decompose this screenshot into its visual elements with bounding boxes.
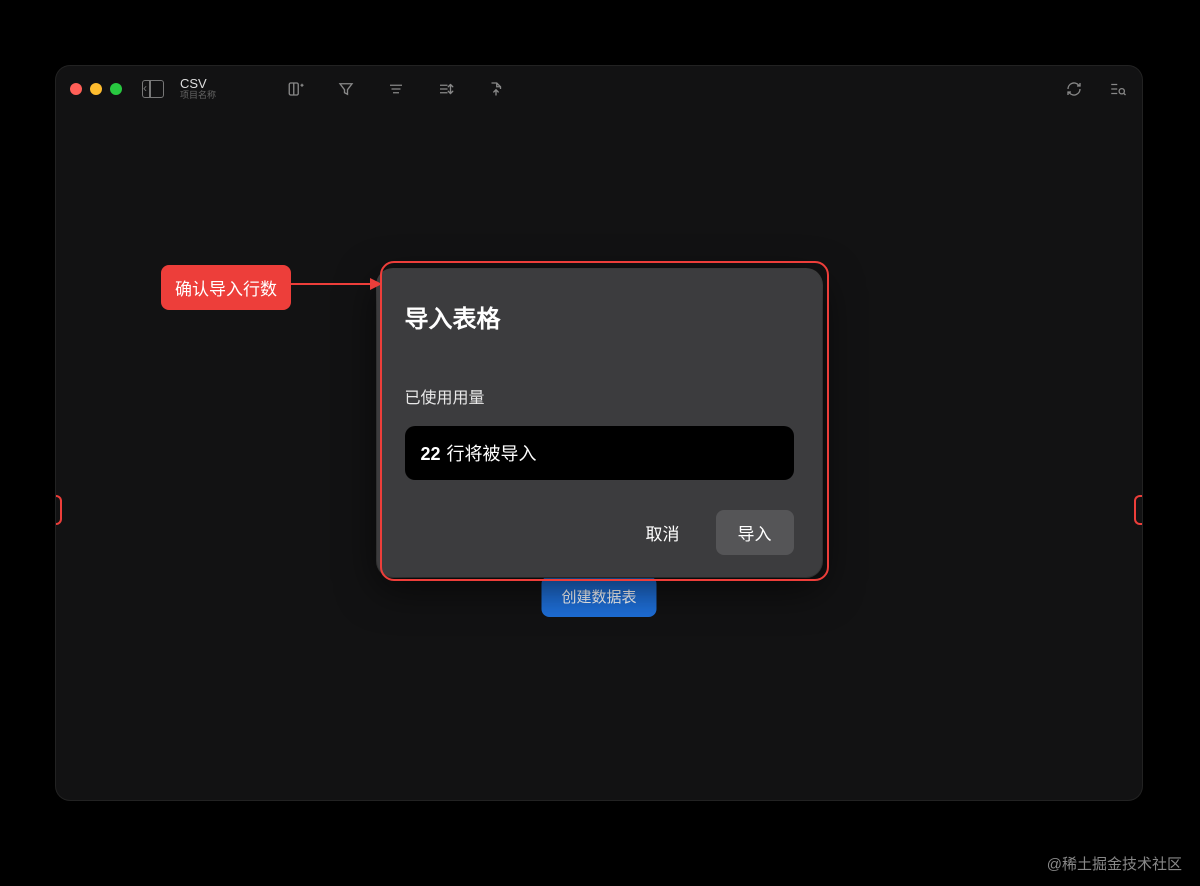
usage-label: 已使用用量 xyxy=(405,384,794,408)
modal-overlay: 导入表格 已使用用量 22 行将被导入 取消 导入 xyxy=(56,66,1142,800)
cancel-button[interactable]: 取消 xyxy=(624,510,702,555)
import-button[interactable]: 导入 xyxy=(716,510,794,555)
dialog-actions: 取消 导入 xyxy=(405,510,794,555)
annotation-arrow-icon xyxy=(284,283,380,285)
row-count-number: 22 xyxy=(421,444,441,464)
annotation-edge-right xyxy=(1134,495,1142,525)
annotation-callout: 确认导入行数 xyxy=(161,265,291,310)
row-count-display: 22 行将被导入 xyxy=(405,426,794,480)
row-count-suffix: 行将被导入 xyxy=(447,444,537,464)
dialog-title: 导入表格 xyxy=(405,299,794,334)
watermark-text: @稀土掘金技术社区 xyxy=(1047,853,1182,874)
annotation-edge-left xyxy=(56,495,62,525)
app-window: CSV 项目名称 xyxy=(56,66,1142,800)
import-dialog: 导入表格 已使用用量 22 行将被导入 取消 导入 xyxy=(377,269,822,577)
